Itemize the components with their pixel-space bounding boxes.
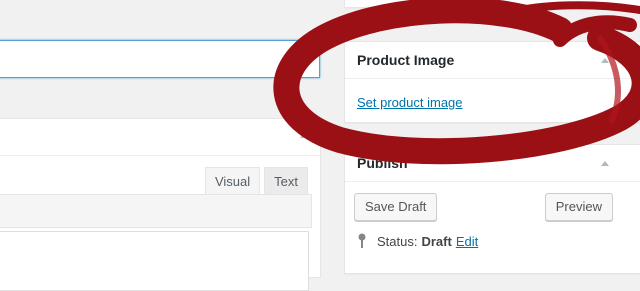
collapse-arrow-icon[interactable] bbox=[601, 161, 609, 166]
editor-header bbox=[0, 119, 320, 156]
tab-visual[interactable]: Visual bbox=[204, 167, 261, 196]
publish-title: Publish bbox=[357, 155, 408, 171]
editor-toolbar bbox=[0, 194, 312, 228]
product-image-title: Product Image bbox=[357, 52, 455, 68]
preview-button[interactable]: Preview bbox=[544, 193, 613, 221]
publish-metabox: Publish Save Draft Preview Status: Draft… bbox=[344, 144, 640, 274]
tab-text[interactable]: Text bbox=[264, 167, 308, 196]
save-draft-button[interactable]: Save Draft bbox=[354, 193, 438, 221]
post-editor: Visual Text bbox=[0, 118, 321, 291]
editor-content-area[interactable] bbox=[0, 231, 309, 291]
status-label: Status: bbox=[377, 233, 418, 249]
post-status-row: Status: Draft Edit bbox=[357, 233, 478, 249]
collapse-arrow-icon[interactable] bbox=[601, 58, 609, 63]
status-edit-link[interactable]: Edit bbox=[456, 234, 478, 249]
set-product-image-link[interactable]: Set product image bbox=[357, 95, 463, 110]
pin-icon bbox=[358, 233, 366, 248]
publish-header[interactable]: Publish bbox=[345, 145, 640, 182]
top-metabox-stub bbox=[344, 0, 640, 8]
editor-tabs: Visual Text bbox=[204, 167, 308, 196]
collapse-arrow-icon[interactable] bbox=[300, 133, 308, 138]
post-title-input[interactable] bbox=[0, 40, 320, 78]
product-image-metabox: Product Image Set product image bbox=[344, 41, 640, 123]
status-value: Draft bbox=[421, 233, 452, 249]
product-image-header[interactable]: Product Image bbox=[345, 42, 640, 79]
